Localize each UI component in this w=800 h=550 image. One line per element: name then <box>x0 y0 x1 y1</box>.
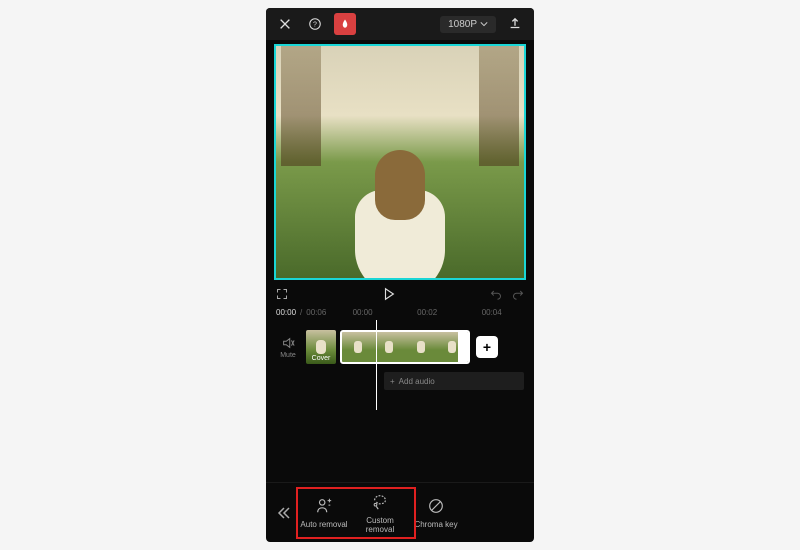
preview-image <box>276 46 524 278</box>
time-separator: / <box>300 308 302 320</box>
tool-chroma-key[interactable]: Chroma key <box>408 492 464 533</box>
close-icon[interactable] <box>274 13 296 35</box>
mute-button[interactable]: Mute <box>274 336 302 359</box>
tool-custom-removal[interactable]: Custom removal <box>352 488 408 538</box>
video-editor-screen: ? 1080P <box>266 8 534 542</box>
lasso-icon <box>370 492 390 512</box>
tool-label: Auto removal <box>300 520 347 529</box>
redo-icon[interactable] <box>512 288 524 300</box>
svg-text:?: ? <box>313 22 317 29</box>
time-mark: 00:02 <box>417 308 437 320</box>
total-time: 00:06 <box>306 308 326 320</box>
current-time: 00:00 <box>276 308 296 320</box>
add-audio-button[interactable]: + Add audio <box>384 372 524 390</box>
add-clip-button[interactable]: + <box>476 336 498 358</box>
flame-icon[interactable] <box>334 13 356 35</box>
mute-label: Mute <box>280 352 296 359</box>
plus-icon: + <box>390 377 395 386</box>
cover-label: Cover <box>306 355 336 362</box>
circle-slash-icon <box>426 496 446 516</box>
resolution-label: 1080P <box>448 19 477 30</box>
playhead[interactable] <box>376 320 377 410</box>
speaker-muted-icon <box>281 336 295 350</box>
back-button[interactable] <box>272 493 296 533</box>
add-audio-label: Add audio <box>399 377 435 386</box>
top-toolbar: ? 1080P <box>266 8 534 40</box>
tool-label: Custom removal <box>352 516 408 534</box>
video-preview[interactable] <box>274 44 526 280</box>
undo-icon[interactable] <box>490 288 502 300</box>
bottom-toolbar: Auto removal Custom removal Chroma key <box>266 482 534 542</box>
resolution-dropdown[interactable]: 1080P <box>440 16 496 33</box>
time-mark: 00:04 <box>482 308 502 320</box>
playback-controls <box>266 280 534 308</box>
video-clip[interactable] <box>340 330 470 364</box>
tool-label: Chroma key <box>414 520 457 529</box>
export-icon[interactable] <box>504 13 526 35</box>
help-icon[interactable]: ? <box>304 13 326 35</box>
cover-button[interactable]: Cover <box>306 330 336 364</box>
chevrons-left-icon <box>276 505 292 521</box>
time-mark: 00:00 <box>353 308 373 320</box>
timeline[interactable]: Mute Cover + + Add audio <box>266 320 534 410</box>
video-track: Mute Cover + <box>274 328 526 366</box>
timecode-bar: 00:00 / 00:06 00:00 00:02 00:04 <box>266 308 534 320</box>
plus-icon: + <box>483 339 491 355</box>
play-icon[interactable] <box>382 287 396 301</box>
person-auto-icon <box>314 496 334 516</box>
fullscreen-icon[interactable] <box>276 288 288 300</box>
tool-auto-removal[interactable]: Auto removal <box>296 492 352 533</box>
chevron-down-icon <box>480 21 488 27</box>
